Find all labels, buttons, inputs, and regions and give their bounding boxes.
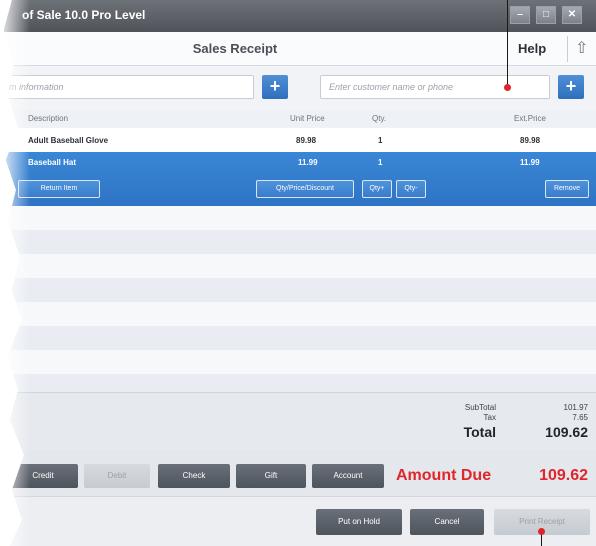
empty-row (4, 278, 596, 302)
tax-value: 7.65 (572, 413, 588, 422)
row-unit-price: 89.98 (296, 136, 317, 145)
up-arrow-icon[interactable]: ⇧ (575, 38, 588, 58)
window-title: of Sale 10.0 Pro Level (22, 8, 146, 22)
table-header: Description Unit Price Qty. Ext.Price (4, 110, 596, 128)
column-description: Description (28, 114, 69, 123)
page-title: Sales Receipt (192, 41, 278, 56)
amount-due-value: 109.62 (539, 467, 588, 484)
empty-row (4, 326, 596, 350)
subtotal-value: 101.97 (563, 403, 588, 412)
amount-due-label: Amount Due (396, 467, 492, 484)
column-unit-price: Unit Price (290, 114, 325, 123)
action-row: Put on Hold Cancel Print Receipt (4, 496, 596, 546)
qty-minus-button[interactable]: Qty- (396, 180, 426, 198)
qty-plus-button[interactable]: Qty+ (362, 180, 392, 198)
debit-button[interactable]: Debit (84, 464, 150, 488)
row-description: Adult Baseball Glove (28, 136, 109, 145)
torn-edge-shade (4, 0, 30, 546)
empty-row (4, 350, 596, 374)
maximize-button[interactable]: □ (536, 6, 556, 24)
check-button[interactable]: Check (158, 464, 230, 488)
empty-row (4, 374, 596, 392)
minimize-button[interactable]: – (510, 6, 530, 24)
empty-row (4, 230, 596, 254)
close-button[interactable]: ✕ (562, 6, 582, 24)
header-divider (567, 36, 568, 62)
row-ext-price: 11.99 (520, 158, 540, 167)
return-item-button[interactable]: Return Item (18, 180, 100, 198)
tax-label: Tax (483, 413, 496, 422)
table-row-selected[interactable]: Baseball Hat 11.99 1 11.99 Return Item Q… (4, 152, 596, 206)
callout-dot (504, 84, 511, 91)
gift-button[interactable]: Gift (236, 464, 306, 488)
add-customer-button[interactable]: + (558, 75, 584, 99)
cancel-button[interactable]: Cancel (410, 509, 484, 535)
payment-row: Credit Debit Check Gift Account Amount D… (4, 450, 596, 496)
help-button[interactable]: Help (518, 41, 546, 56)
customer-search-input[interactable]: Enter customer name or phone (320, 75, 550, 99)
table-row[interactable]: Adult Baseball Glove 89.98 1 89.98 (4, 128, 596, 152)
put-on-hold-button[interactable]: Put on Hold (316, 509, 402, 535)
row-qty: 1 (378, 136, 383, 145)
total-value: 109.62 (545, 424, 588, 440)
callout-pointer-line (507, 0, 508, 88)
column-ext-price: Ext.Price (514, 114, 547, 123)
row-description: Baseball Hat (28, 158, 77, 167)
item-search-input[interactable]: m information (4, 75, 254, 99)
row-unit-price: 11.99 (298, 158, 318, 167)
qty-price-discount-button[interactable]: Qty/Price/Discount (256, 180, 354, 198)
subtotal-label: SubTotal (464, 403, 496, 412)
callout-dot (538, 528, 545, 535)
remove-button[interactable]: Remove (545, 180, 589, 198)
empty-row (4, 302, 596, 326)
column-qty: Qty. (372, 114, 387, 123)
add-item-button[interactable]: + (262, 75, 288, 99)
total-label: Total (463, 424, 496, 440)
empty-row (4, 206, 596, 230)
row-qty: 1 (378, 158, 383, 167)
account-button[interactable]: Account (312, 464, 384, 488)
totals-panel: SubTotal 101.97 Tax 7.65 Total 109.62 (4, 392, 596, 450)
empty-row (4, 254, 596, 278)
row-ext-price: 89.98 (520, 136, 541, 145)
